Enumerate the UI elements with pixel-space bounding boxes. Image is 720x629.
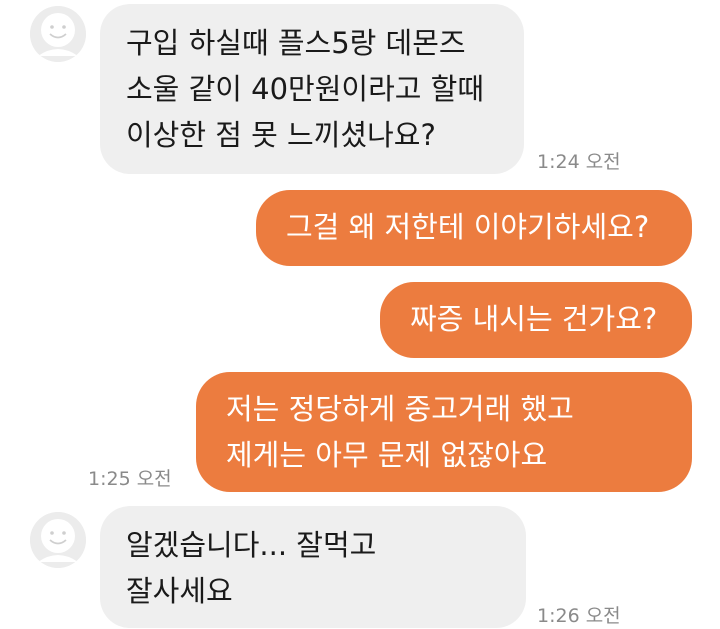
incoming-message-bubble[interactable]: 구입 하실때 플스5랑 데몬즈 소울 같이 40만원이라고 할때 이상한 점 못… (100, 4, 524, 174)
outgoing-message-bubble[interactable]: 저는 정당하게 중고거래 했고 제게는 아무 문제 없잖아요 (196, 372, 692, 492)
incoming-message-bubble[interactable]: 알겠습니다... 잘먹고 잘사세요 (100, 506, 526, 628)
message-timestamp: 1:26 오전 (537, 605, 621, 627)
smiley-face-icon (30, 512, 86, 568)
outgoing-message-bubble[interactable]: 짜증 내시는 건가요? (380, 282, 692, 358)
message-timestamp: 1:24 오전 (537, 151, 621, 173)
avatar-icon[interactable] (30, 512, 86, 568)
message-timestamp: 1:25 오전 (88, 468, 172, 490)
avatar-icon[interactable] (30, 6, 86, 62)
smiley-face-icon (30, 6, 86, 62)
outgoing-message-bubble[interactable]: 그걸 왜 저한테 이야기하세요? (256, 190, 692, 266)
chat-thread: 구입 하실때 플스5랑 데몬즈 소울 같이 40만원이라고 할때 이상한 점 못… (0, 0, 720, 629)
